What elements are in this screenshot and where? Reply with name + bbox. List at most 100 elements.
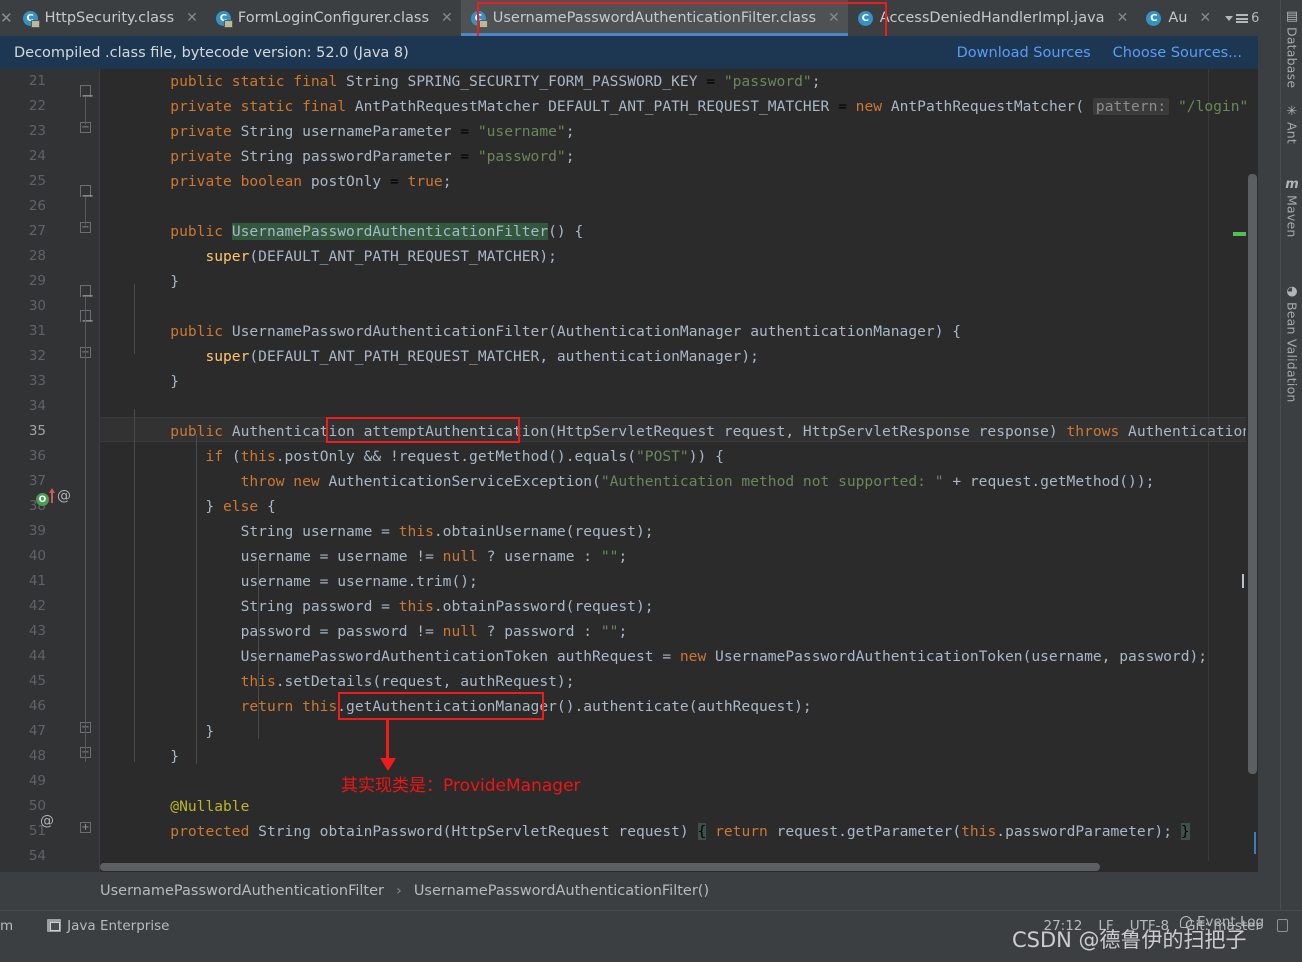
- fold-marker[interactable]: +: [80, 822, 91, 833]
- close-icon[interactable]: ✕: [828, 10, 840, 26]
- line-number[interactable]: 32: [0, 344, 46, 369]
- chevron-down-icon: [1225, 15, 1234, 21]
- editor-tab-usernamepasswordauthenticationfilter[interactable]: C UsernamePasswordAuthenticationFilter.c…: [460, 0, 848, 36]
- code-line-45: this.setDetails(request, authRequest);: [240, 673, 575, 690]
- close-icon[interactable]: ✕: [1199, 10, 1211, 26]
- code-line-46: return this.getAuthenticationManager().a…: [240, 698, 812, 715]
- code-line-47: }: [100, 723, 215, 740]
- line-number[interactable]: 46: [0, 694, 46, 719]
- line-number[interactable]: 37: [0, 469, 46, 494]
- code-line-51: protected String obtainPassword(HttpServ…: [170, 823, 1190, 840]
- status-bar: m Java Enterprise 27:12 LF UTF-8 Git: ma…: [0, 910, 1302, 940]
- override-method-icon[interactable]: O: [36, 493, 49, 506]
- editor-vertical-scrollbar[interactable]: [1246, 69, 1258, 872]
- annotation-marker-icon[interactable]: @: [40, 813, 54, 829]
- code-editor[interactable]: 21 22 23 24 25 26 27 28 29 30 31 32 33 34 35 36 37 38 39 40…: [0, 69, 1258, 872]
- breadcrumb[interactable]: UsernamePasswordAuthenticationFilter › U…: [0, 872, 1258, 910]
- tool-window-maven[interactable]: m Maven: [1281, 178, 1302, 238]
- line-number[interactable]: 33: [0, 369, 46, 394]
- line-number[interactable]: 39: [0, 519, 46, 544]
- caret-position-indicator[interactable]: 27:12: [1043, 918, 1082, 934]
- line-number[interactable]: 47: [0, 719, 46, 744]
- caret-stripe-marker: [1242, 574, 1244, 588]
- line-separator-indicator[interactable]: LF: [1098, 918, 1113, 934]
- line-number[interactable]: 35: [0, 419, 46, 444]
- line-number[interactable]: 41: [0, 569, 46, 594]
- choose-sources-link[interactable]: Choose Sources...: [1113, 45, 1242, 61]
- event-log-button[interactable]: Event Log: [1180, 914, 1264, 930]
- scrollbar-thumb[interactable]: [100, 863, 1100, 871]
- editor-tab-accessdeniedhandlerimpl[interactable]: C AccessDeniedHandlerImpl.java ✕: [847, 0, 1137, 36]
- line-number[interactable]: 25: [0, 169, 46, 194]
- code-line-39: String username = this.obtainUsername(re…: [100, 523, 654, 540]
- bean-validation-icon: ◕: [1286, 284, 1298, 299]
- close-icon[interactable]: ✕: [1117, 10, 1129, 26]
- editor-tab-au[interactable]: C Au ✕: [1136, 0, 1220, 36]
- tab-list-icon: [1236, 13, 1249, 23]
- line-number[interactable]: 42: [0, 594, 46, 619]
- status-java-enterprise[interactable]: Java Enterprise: [47, 918, 169, 934]
- annotation-arrow-head: [380, 758, 396, 771]
- line-number[interactable]: 26: [0, 194, 46, 219]
- fold-marker[interactable]: −: [80, 285, 94, 305]
- line-number[interactable]: 43: [0, 619, 46, 644]
- java-class-locked-icon: C: [22, 10, 40, 28]
- line-number[interactable]: 45: [0, 669, 46, 694]
- fold-marker[interactable]: −: [80, 185, 94, 205]
- line-number[interactable]: 34: [0, 394, 46, 419]
- fold-marker[interactable]: −: [80, 85, 94, 105]
- line-number[interactable]: 30: [0, 294, 46, 319]
- line-number[interactable]: 49: [0, 769, 46, 794]
- status-left-fragment: m: [0, 917, 14, 934]
- line-number[interactable]: 29: [0, 269, 46, 294]
- status-java-enterprise-label: Java Enterprise: [67, 917, 170, 934]
- fold-stem: [85, 322, 86, 737]
- breadcrumb-member[interactable]: UsernamePasswordAuthenticationFilter(): [414, 883, 709, 899]
- close-icon[interactable]: ✕: [441, 10, 453, 26]
- java-class-locked-icon: C: [215, 10, 233, 28]
- code-line-32: super(DEFAULT_ANT_PATH_REQUEST_MATCHER, …: [205, 348, 759, 365]
- status-bar-filler: [0, 940, 1302, 962]
- tool-window-ant[interactable]: ✳ Ant: [1281, 105, 1302, 144]
- error-stripe-marker[interactable]: [1233, 232, 1246, 236]
- line-number[interactable]: 36: [0, 444, 46, 469]
- scrollbar-thumb[interactable]: [1248, 174, 1257, 774]
- close-all-tabs-icon[interactable]: ✕: [0, 0, 13, 36]
- java-enterprise-icon: [47, 919, 62, 932]
- code-text-area[interactable]: public static final String SPRING_SECURI…: [100, 69, 1258, 872]
- line-number[interactable]: 54: [0, 844, 46, 869]
- code-line-43: password = password != null ? password :…: [100, 623, 628, 640]
- line-number[interactable]: 31: [0, 319, 46, 344]
- event-log-icon: [1180, 916, 1192, 928]
- tool-window-database[interactable]: ▤ Database: [1281, 10, 1302, 89]
- editor-horizontal-scrollbar[interactable]: [100, 861, 1250, 872]
- tab-list-overflow-button[interactable]: 6: [1219, 0, 1265, 36]
- code-line-37: throw new AuthenticationServiceException…: [240, 473, 1155, 490]
- code-line-41: username = username.trim();: [100, 573, 478, 590]
- line-number[interactable]: 27: [0, 219, 46, 244]
- code-line-27: public UsernamePasswordAuthenticationFil…: [170, 223, 584, 240]
- download-sources-link[interactable]: Download Sources: [957, 45, 1091, 61]
- editor-tab-httpsecurity[interactable]: C HttpSecurity.class ✕: [12, 0, 206, 36]
- encoding-indicator[interactable]: UTF-8: [1130, 918, 1169, 934]
- editor-tab-formloginconfigurer[interactable]: C FormLoginConfigurer.class ✕: [205, 0, 461, 36]
- line-number[interactable]: 22: [0, 94, 46, 119]
- line-number[interactable]: 48: [0, 744, 46, 769]
- code-line-22: private static final AntPathRequestMatch…: [100, 94, 1258, 119]
- code-line-33: }: [100, 373, 180, 390]
- code-line-40: username = username != null ? username :…: [100, 548, 628, 565]
- line-number[interactable]: 23: [0, 119, 46, 144]
- breadcrumb-class[interactable]: UsernamePasswordAuthenticationFilter: [100, 883, 384, 899]
- tool-window-bean-validation[interactable]: ◕ Bean Validation: [1281, 285, 1302, 403]
- tool-window-label: Database: [1284, 27, 1300, 89]
- close-icon[interactable]: ✕: [186, 10, 198, 26]
- read-only-lock-icon[interactable]: [1277, 919, 1288, 932]
- annotation-marker-icon[interactable]: @: [57, 488, 71, 504]
- tool-window-label: Maven: [1284, 195, 1300, 238]
- line-number[interactable]: 21: [0, 69, 46, 94]
- line-number[interactable]: 44: [0, 644, 46, 669]
- line-number[interactable]: 24: [0, 144, 46, 169]
- line-number[interactable]: 40: [0, 544, 46, 569]
- line-number[interactable]: 28: [0, 244, 46, 269]
